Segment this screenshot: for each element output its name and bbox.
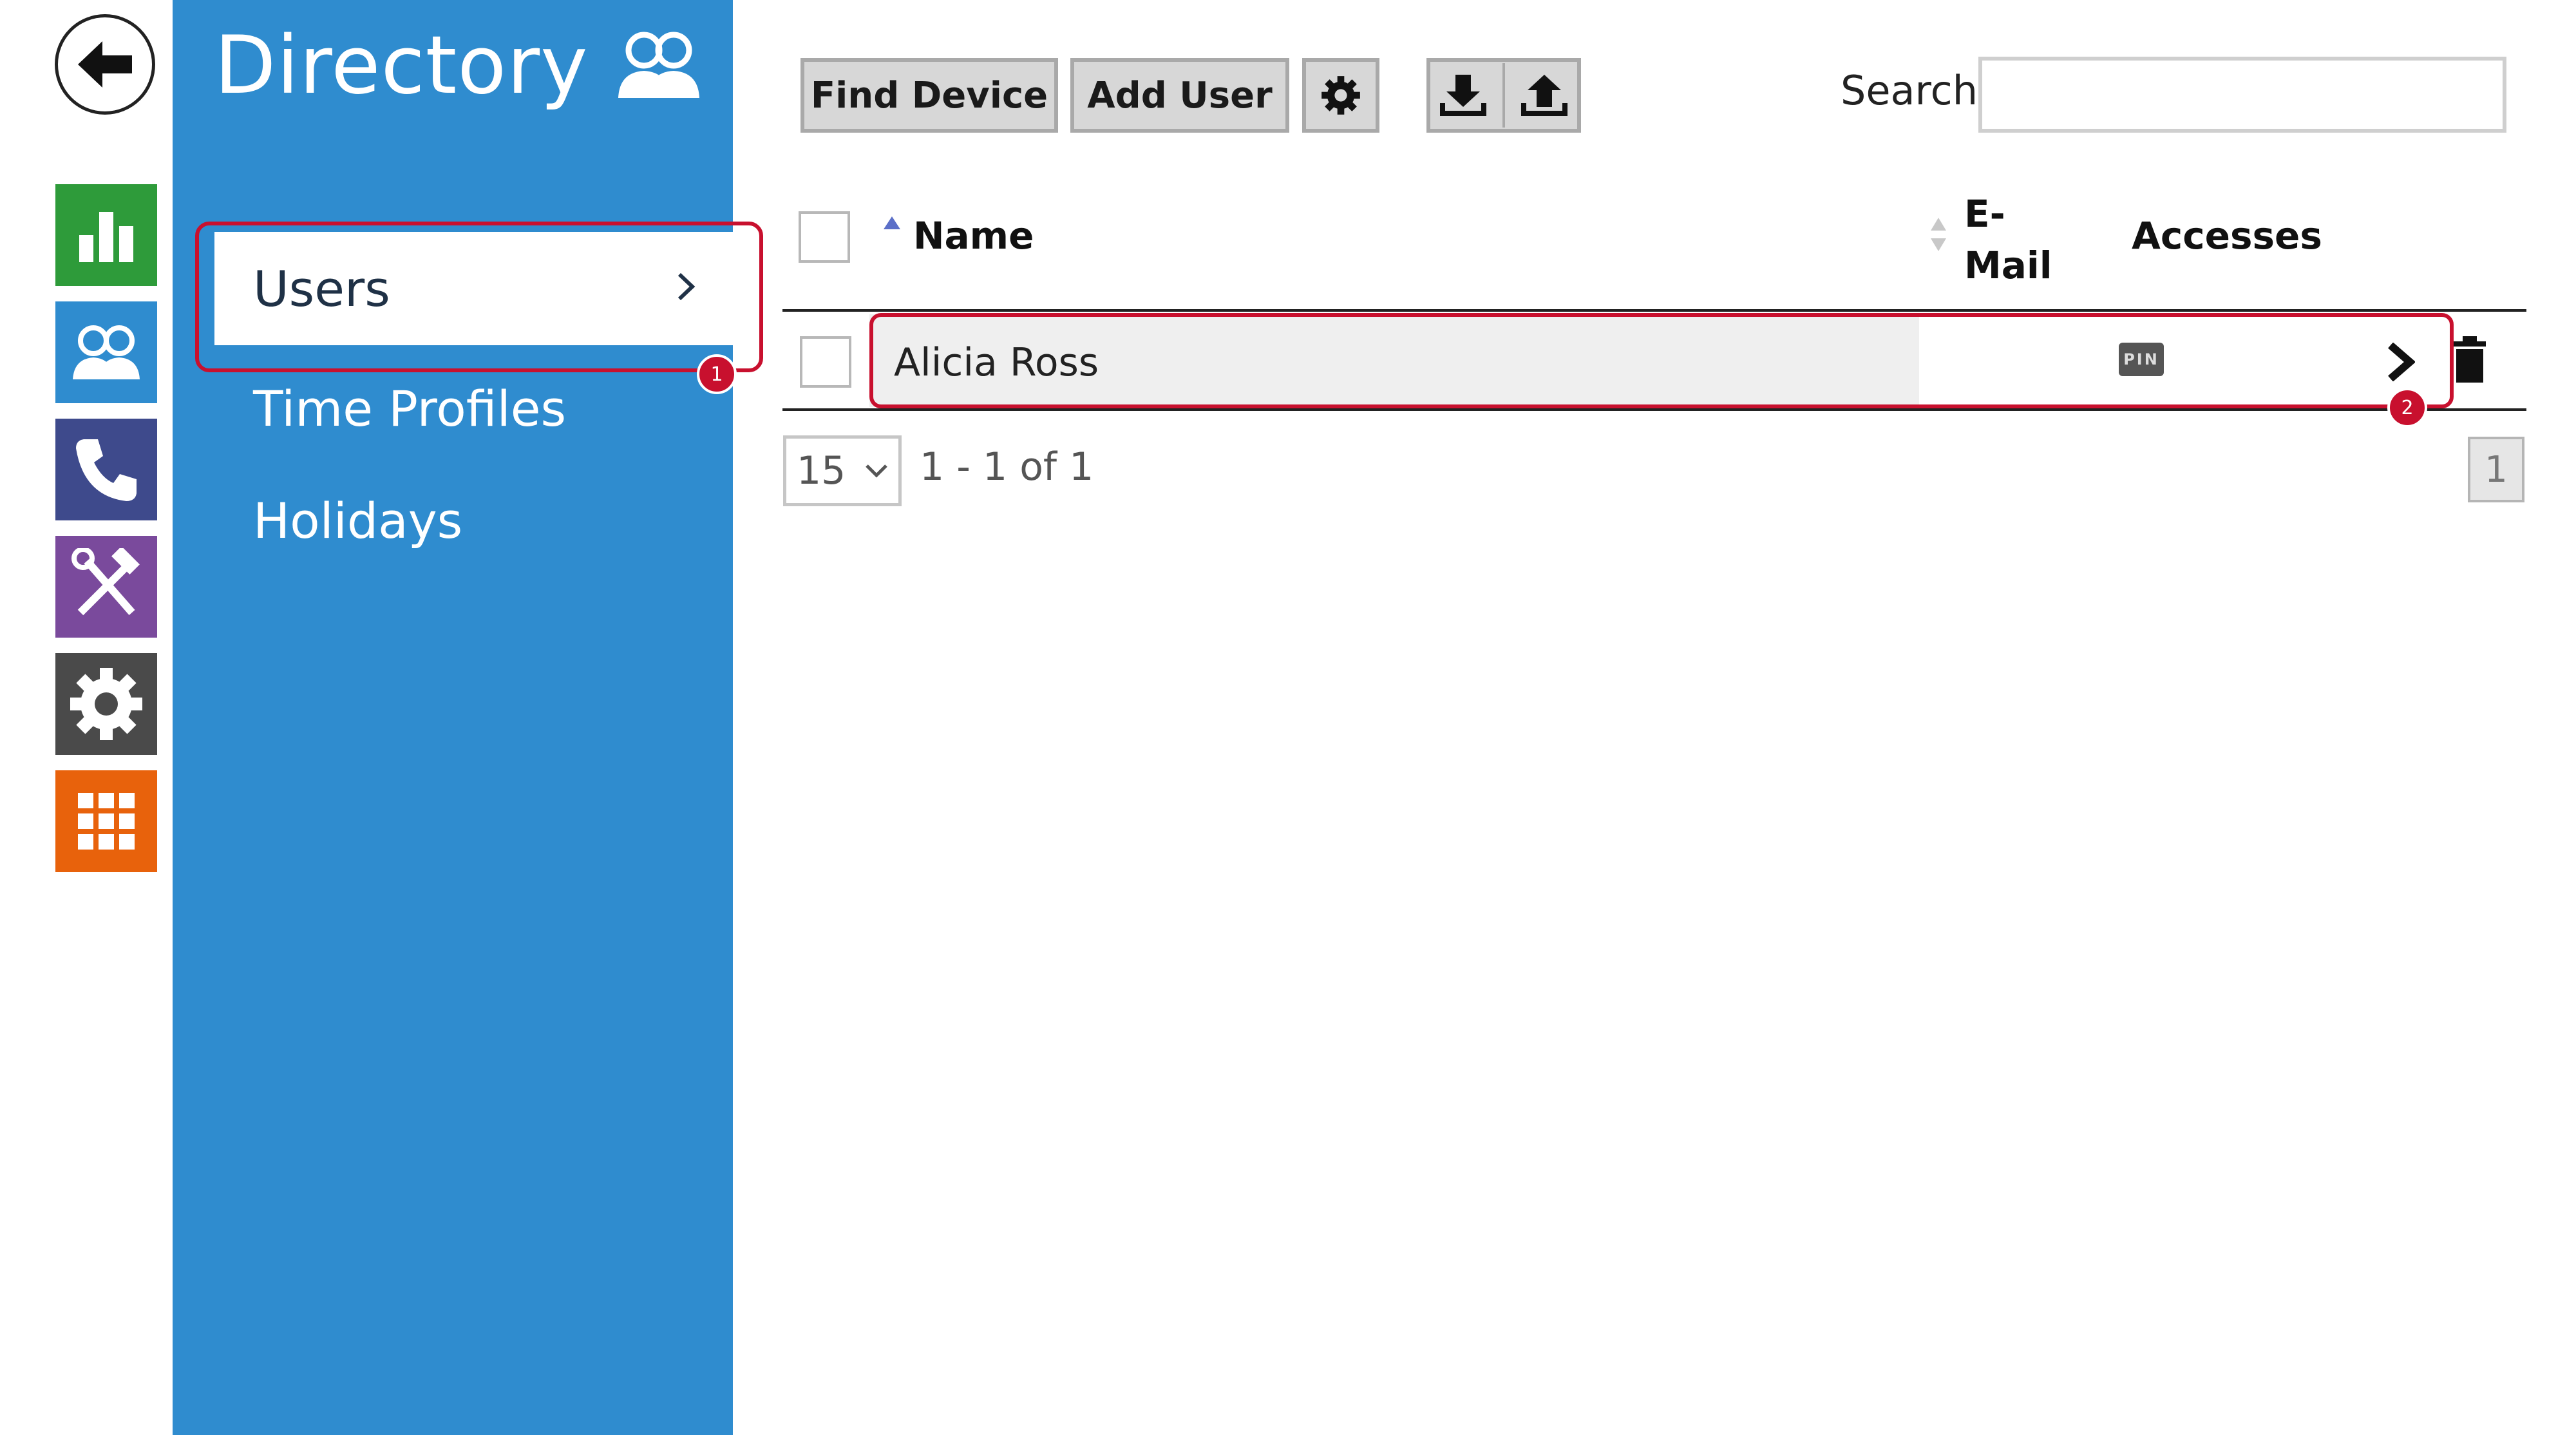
upload-icon [1521,75,1568,116]
users-icon [618,32,699,98]
sidebar-item-holidays[interactable]: Holidays [253,492,462,549]
user-name-cell[interactable]: Alicia Ross [894,340,1099,385]
search-label: Search [1841,67,1978,114]
download-button[interactable] [1437,72,1489,119]
rail-calls-button[interactable] [55,419,157,520]
gear-icon [70,668,142,740]
row-checkbox[interactable] [800,336,851,388]
chevron-down-icon [866,464,887,478]
pagination-range: 1 - 1 of 1 [920,444,1094,489]
back-arrow-icon [78,41,132,88]
pin-access-badge: PIN [2119,343,2164,376]
upload-button[interactable] [1519,72,1570,119]
page-button-1[interactable]: 1 [2468,437,2524,502]
email-header-line2: Mail [1964,243,2052,287]
page-size-value: 15 [797,448,846,493]
tools-icon [71,548,140,616]
bar-chart-icon [79,212,133,262]
column-header-email[interactable]: E- Mail [1964,188,2052,291]
chevron-right-icon [2388,342,2416,382]
rail-hardware-button[interactable] [55,536,157,638]
phone-icon [76,439,137,501]
settings-button[interactable] [1302,58,1379,133]
email-header-line1: E- [1964,192,2005,236]
step-marker-2: 2 [2387,388,2427,428]
rail-services-button[interactable] [55,770,157,872]
rail-system-button[interactable] [55,653,157,755]
delete-icon[interactable] [2452,336,2487,383]
column-header-accesses[interactable]: Accesses [2132,214,2322,258]
header-divider [782,309,2526,312]
select-all-checkbox[interactable] [799,211,850,263]
sort-ascending-icon[interactable] [882,215,902,231]
column-header-name[interactable]: Name [913,214,1034,258]
directory-sidebar: Directory Users Time Profiles Holidays [173,0,733,1435]
step-marker-1: 1 [697,354,737,394]
find-device-button[interactable]: Find Device [800,58,1058,133]
import-export-group [1426,58,1581,133]
download-icon [1439,75,1486,116]
sidebar-item-users[interactable]: Users [214,232,733,345]
search-input[interactable] [1978,57,2506,133]
page-size-select[interactable]: 15 [783,435,902,506]
add-user-button[interactable]: Add User [1070,58,1289,133]
rail-status-button[interactable] [55,184,157,286]
sidebar-item-time-profiles[interactable]: Time Profiles [253,380,566,437]
gear-icon [1321,76,1360,115]
rail-directory-button[interactable] [55,301,157,403]
app-rail [0,0,173,1435]
users-icon [73,325,140,379]
grid-icon [78,793,135,850]
row-divider [782,408,2526,411]
back-button[interactable] [55,14,155,115]
row-detail-button[interactable] [2387,334,2416,394]
chevron-right-icon [676,266,696,311]
page-title: Directory [214,19,589,112]
sidebar-item-label: Users [253,260,390,318]
sort-icon[interactable] [1929,216,1948,252]
divider [1502,63,1505,128]
